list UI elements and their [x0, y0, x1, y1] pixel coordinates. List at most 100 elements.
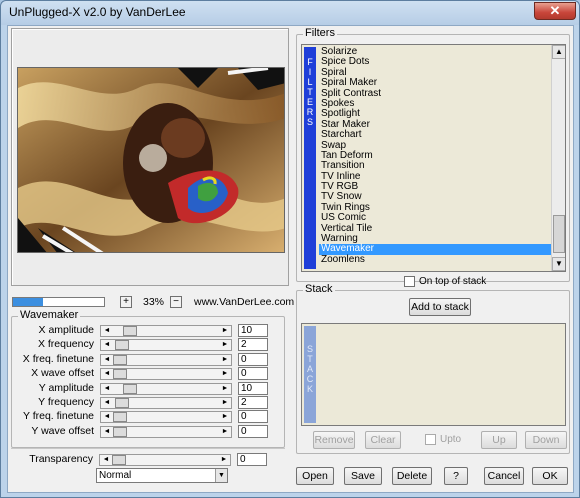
strip-letter: A	[306, 364, 313, 374]
add-to-stack-button[interactable]: Add to stack	[409, 298, 471, 316]
scroll-thumb[interactable]	[553, 215, 565, 253]
cancel-button[interactable]: Cancel	[484, 467, 524, 485]
slider-left-icon[interactable]: ◄	[102, 427, 112, 437]
parameter-label: Y freq. finetune	[22, 410, 94, 423]
slider-right-icon[interactable]: ►	[219, 455, 229, 465]
parameter-label: Y amplitude	[38, 381, 94, 394]
ok-button[interactable]: OK	[532, 467, 568, 485]
zoom-in-button[interactable]: +	[120, 296, 132, 308]
parameter-value[interactable]: 0	[238, 424, 268, 438]
close-button[interactable]: ✕	[534, 2, 576, 20]
parameter-value[interactable]: 2	[238, 338, 268, 352]
strip-letter: I	[308, 67, 312, 77]
open-button[interactable]: Open	[296, 467, 334, 485]
filter-list-item[interactable]: Zoomlens	[319, 254, 551, 265]
dialog-client: Filters FILTERS Solarize Spice Dots Spiral…	[7, 25, 574, 493]
parameter-slider[interactable]: ◄ ►	[100, 339, 232, 352]
remove-button[interactable]: Remove	[313, 431, 355, 449]
on-top-of-stack-checkbox[interactable]	[404, 276, 415, 287]
slider-left-icon[interactable]: ◄	[102, 398, 112, 408]
website-link[interactable]: www.VanDerLee.com	[194, 296, 294, 308]
strip-letter: C	[306, 374, 314, 384]
clear-button[interactable]: Clear	[365, 431, 401, 449]
parameter-row: X freq. finetune ◄ ► 0	[12, 352, 284, 367]
save-button[interactable]: Save	[344, 467, 382, 485]
slider-thumb[interactable]	[112, 455, 126, 465]
window-title: UnPlugged-X v2.0 by VanDerLee	[9, 5, 186, 19]
parameter-label: X wave offset	[31, 367, 94, 380]
filter-list-item[interactable]: Starchart	[319, 129, 551, 140]
strip-letter: K	[306, 384, 313, 394]
parameter-slider[interactable]: ◄ ►	[100, 382, 232, 395]
strip-letter: T	[307, 354, 313, 364]
slider-thumb[interactable]	[115, 398, 130, 408]
slider-thumb[interactable]	[113, 426, 127, 437]
filter-items: Solarize Spice Dots Spiral Spiral Maker Spli…	[319, 46, 551, 265]
up-button[interactable]: Up	[481, 431, 517, 449]
parameter-slider[interactable]: ◄ ►	[100, 353, 232, 366]
slider-thumb[interactable]	[123, 383, 138, 394]
slider-thumb[interactable]	[113, 354, 127, 365]
filters-list[interactable]: FILTERS Solarize Spice Dots Spiral Spiral M…	[301, 44, 566, 272]
slider-right-icon[interactable]: ►	[220, 369, 230, 379]
strip-letter: E	[306, 97, 313, 107]
slider-left-icon[interactable]: ◄	[101, 455, 111, 465]
slider-right-icon[interactable]: ►	[220, 412, 230, 422]
transparency-value[interactable]: 0	[237, 453, 267, 466]
slider-right-icon[interactable]: ►	[220, 398, 230, 408]
delete-button[interactable]: Delete	[392, 467, 432, 485]
parameter-slider[interactable]: ◄ ►	[100, 397, 232, 409]
parameter-label: X amplitude	[38, 324, 94, 336]
parameter-value[interactable]: 0	[238, 367, 268, 381]
parameter-value[interactable]: 0	[238, 410, 268, 424]
parameter-value[interactable]: 2	[238, 396, 268, 409]
parameter-value[interactable]: 10	[238, 324, 268, 337]
wavemaker-group: Wavemaker X amplitude ◄ ► 10 X frequency ◄ ► 2 X…	[11, 309, 285, 448]
slider-thumb[interactable]	[113, 369, 127, 380]
slider-thumb[interactable]	[113, 412, 127, 423]
filters-group-label: Filters	[303, 27, 337, 39]
filter-list-item[interactable]: Spice Dots	[319, 56, 551, 67]
strip-letter: T	[307, 87, 313, 97]
help-button[interactable]: ?	[444, 467, 468, 485]
scroll-up-icon[interactable]: ▲	[552, 45, 565, 59]
upto-checkbox[interactable]	[425, 434, 436, 445]
filter-list-item[interactable]: Spiral Maker	[319, 77, 551, 88]
parameter-slider[interactable]: ◄ ►	[100, 425, 232, 438]
slider-thumb[interactable]	[115, 340, 130, 351]
preview-image[interactable]	[17, 67, 285, 253]
zoom-out-button[interactable]: −	[170, 296, 182, 308]
strip-letter: L	[307, 77, 313, 87]
slider-left-icon[interactable]: ◄	[102, 369, 112, 379]
parameter-slider[interactable]: ◄ ►	[100, 325, 232, 337]
filters-scrollbar[interactable]: ▲ ▼	[551, 45, 565, 271]
slider-right-icon[interactable]: ►	[220, 427, 230, 437]
zoom-progress-bar	[12, 297, 105, 307]
slider-left-icon[interactable]: ◄	[102, 326, 112, 336]
preview-panel	[11, 28, 289, 286]
transparency-slider[interactable]: ◄ ►	[99, 454, 231, 466]
slider-left-icon[interactable]: ◄	[102, 355, 112, 365]
app-window: UnPlugged-X v2.0 by VanDerLee ✕ Filters …	[0, 0, 580, 498]
parameter-value[interactable]: 0	[238, 352, 268, 366]
strip-letter: S	[306, 117, 313, 127]
slider-left-icon[interactable]: ◄	[102, 340, 112, 350]
blend-mode-select[interactable]: Normal ▼	[96, 468, 228, 483]
parameter-label: Y wave offset	[31, 424, 94, 437]
slider-right-icon[interactable]: ►	[220, 384, 230, 394]
slider-right-icon[interactable]: ►	[220, 355, 230, 365]
slider-right-icon[interactable]: ►	[220, 340, 230, 350]
parameter-slider[interactable]: ◄ ►	[100, 411, 232, 424]
parameter-value[interactable]: 10	[238, 381, 268, 395]
filters-sidebar-strip: FILTERS	[304, 47, 316, 269]
zoom-progress-fill	[13, 298, 44, 306]
slider-right-icon[interactable]: ►	[220, 326, 230, 336]
slider-left-icon[interactable]: ◄	[102, 384, 112, 394]
slider-thumb[interactable]	[123, 326, 138, 336]
slider-left-icon[interactable]: ◄	[102, 412, 112, 422]
parameter-slider[interactable]: ◄ ►	[100, 368, 232, 381]
on-top-of-stack-label: On top of stack	[419, 276, 487, 287]
stack-list[interactable]: STACK	[301, 323, 566, 426]
down-button[interactable]: Down	[525, 431, 567, 449]
scroll-down-icon[interactable]: ▼	[552, 257, 565, 271]
